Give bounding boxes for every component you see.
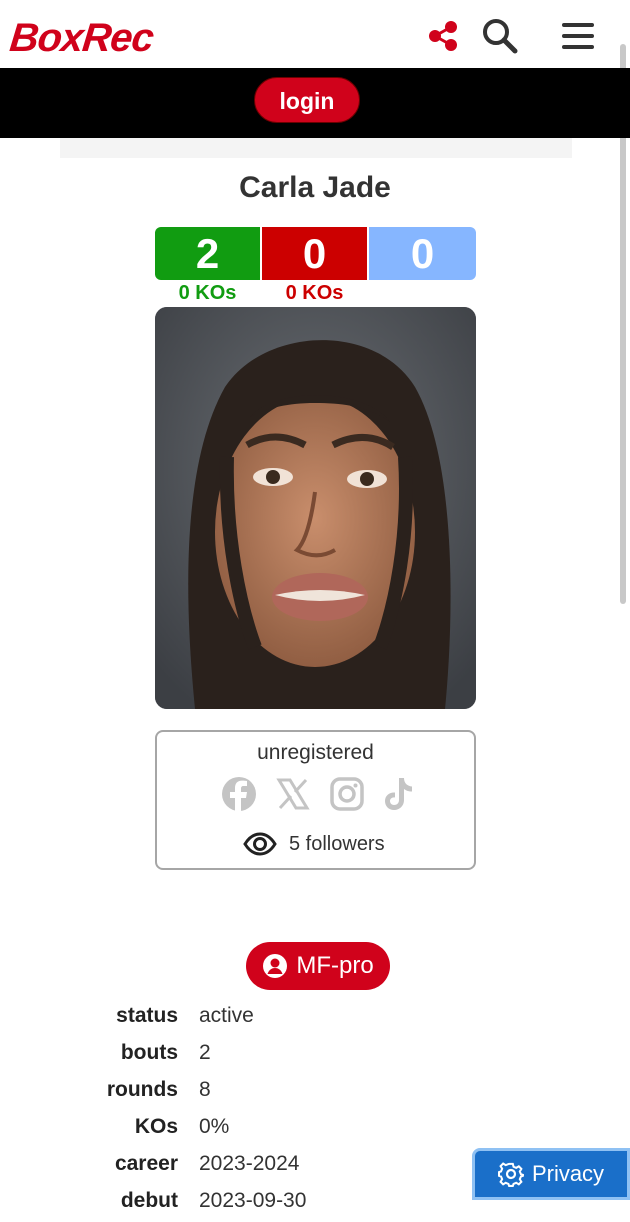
user-circle-icon [262,953,288,979]
login-button[interactable]: login [254,77,360,123]
stat-label: career [114,1152,178,1175]
stat-label: KOs [134,1115,178,1138]
facebook-icon[interactable] [219,774,259,814]
registration-status: unregistered [257,741,374,764]
stat-label: bouts [120,1041,178,1064]
login-bar: login [0,68,630,138]
stat-value: 8 [199,1078,211,1101]
top-bar: BoxRec [0,0,630,68]
x-icon[interactable] [273,774,313,814]
losses-kos: 0 KOs [285,282,344,304]
stat-value: active [199,1004,254,1027]
wins-kos: 0 KOs [178,282,237,304]
gear-icon [497,1161,524,1187]
stat-value: 2023-2024 [199,1152,300,1175]
stat-row-bouts: bouts 2 [0,1037,630,1074]
stat-label: rounds [106,1078,178,1101]
boxer-name: Carla Jade [239,171,391,204]
wins-count: 2 [155,227,260,280]
tiktok-icon[interactable] [379,774,419,814]
role-mf-pro-button[interactable]: MF-pro [246,942,390,990]
profile-social-card: unregistered 5 followers [155,730,476,870]
record-summary: 2 0 0 [155,227,476,280]
social-links [219,774,419,814]
stat-label: status [116,1004,178,1027]
stat-value: 2023-09-30 [199,1189,307,1212]
draws-count: 0 [369,227,476,280]
role-label: MF-pro [296,952,374,979]
eye-icon [243,832,277,856]
hamburger-menu-icon[interactable] [556,14,600,58]
stat-label: debut [120,1189,178,1212]
followers-row: 5 followers [243,828,385,860]
instagram-icon[interactable] [327,774,367,814]
share-icon[interactable] [421,14,465,58]
stat-row-status: status active [0,1000,630,1037]
boxer-photo [155,307,476,709]
privacy-label: Privacy [531,1161,605,1186]
stat-row-kos: KOs 0% [0,1111,630,1148]
stat-value: 0% [199,1115,230,1138]
ad-placeholder-strip [60,138,572,158]
stat-value: 2 [199,1041,211,1064]
boxrec-logo[interactable]: BoxRec [7,14,156,62]
stat-row-rounds: rounds 8 [0,1074,630,1111]
losses-count: 0 [262,227,367,280]
search-icon[interactable] [478,14,522,58]
privacy-button[interactable]: Privacy [472,1148,630,1200]
followers-count: 5 followers [289,832,385,855]
